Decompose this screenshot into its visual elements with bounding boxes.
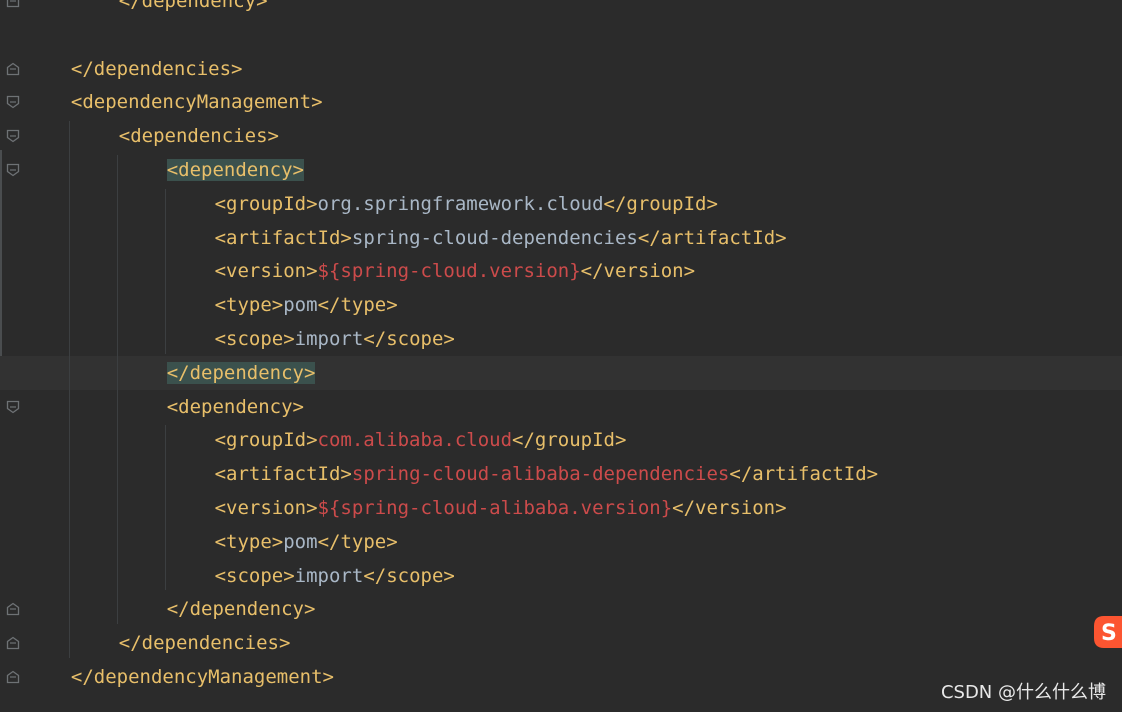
code-token: </version> [672, 497, 787, 519]
code-line[interactable]: <type>pom</type> [0, 288, 1122, 322]
indent-guide [116, 155, 118, 625]
code-line[interactable]: <version>${spring-cloud.version}</versio… [0, 254, 1122, 288]
code-token: </type> [317, 294, 398, 317]
code-token: pom [283, 530, 318, 553]
code-token: import [294, 564, 364, 587]
code-line[interactable]: <type>pom</type> [0, 525, 1122, 559]
code-token: import [294, 328, 364, 350]
code-token: </version> [580, 260, 696, 283]
code-token: <version> [214, 260, 318, 283]
code-editor[interactable]: </dependency> </dependencies> <dependencyM… [0, 0, 1122, 712]
indent-guide [164, 188, 166, 354]
code-line[interactable]: </dependency> [0, 592, 1122, 626]
matched-tag-highlight: <dependency> [166, 159, 304, 181]
code-line[interactable]: </dependency> [0, 355, 1122, 390]
code-line[interactable]: <artifactId>spring-cloud-dependencies</a… [0, 221, 1122, 255]
code-token: </dependencies> [118, 632, 291, 655]
code-line[interactable]: </dependencies> [0, 52, 1122, 86]
code-line[interactable]: <groupId>org.springframework.cloud</grou… [0, 187, 1122, 221]
code-token: spring-cloud-alibaba-dependencies [351, 463, 730, 486]
code-token: org.springframework.cloud [317, 192, 604, 215]
code-token: <dependency> [166, 395, 304, 418]
code-token: pom [283, 294, 318, 317]
code-token: ${spring-cloud-alibaba.version} [317, 497, 673, 519]
code-line[interactable]: </dependency> [0, 0, 1122, 18]
csdn-logo-icon: S [1092, 612, 1122, 650]
indent-guide [68, 121, 70, 658]
watermark-text: CSDN @什么什么博 [940, 682, 1106, 703]
code-token: ${spring-cloud.version} [317, 260, 581, 283]
code-line[interactable]: <dependency> [0, 153, 1122, 187]
code-line[interactable]: <version>${spring-cloud-alibaba.version}… [0, 491, 1122, 525]
matched-tag-highlight: </dependency> [166, 361, 316, 384]
code-token: <type> [214, 530, 284, 553]
code-token: </scope> [363, 328, 455, 350]
code-token: <artifactId> [214, 226, 352, 249]
code-token: <scope> [214, 328, 295, 350]
code-token: <scope> [214, 564, 295, 587]
code-token: </scope> [363, 564, 455, 587]
code-line[interactable]: </dependencies> [0, 626, 1122, 660]
code-token: <groupId> [214, 429, 318, 452]
code-line[interactable] [0, 18, 1122, 52]
code-line[interactable]: <dependencyManagement> [0, 85, 1122, 119]
code-token: </type> [317, 530, 398, 553]
code-token: </artifactId> [637, 226, 787, 249]
code-token: </dependencies> [70, 57, 243, 80]
code-line[interactable]: <dependency> [0, 390, 1122, 424]
code-token: <type> [214, 294, 284, 317]
svg-text:S: S [1101, 621, 1117, 646]
code-token: </dependency> [166, 598, 316, 621]
code-token: </dependency> [118, 0, 268, 12]
code-token: </groupId> [512, 429, 627, 452]
code-line[interactable]: <artifactId>spring-cloud-alibaba-depende… [0, 457, 1122, 491]
code-line[interactable]: <dependencies> [0, 119, 1122, 153]
code-line[interactable]: <scope>import</scope> [0, 322, 1122, 356]
code-line[interactable]: <scope>import</scope> [0, 559, 1122, 593]
code-token: </dependencyManagement> [70, 666, 334, 688]
indent-guide [164, 425, 166, 591]
code-token: <groupId> [214, 192, 318, 215]
code-token: <dependencyManagement> [70, 91, 323, 114]
code-token: spring-cloud-dependencies [351, 226, 638, 249]
code-token: </groupId> [603, 192, 718, 215]
code-token: <dependencies> [118, 125, 279, 148]
code-token: com.alibaba.cloud [317, 429, 513, 452]
code-token: <artifactId> [214, 463, 352, 486]
code-token: </artifactId> [729, 463, 879, 486]
code-token: <version> [214, 497, 318, 519]
code-line[interactable]: <groupId>com.alibaba.cloud</groupId> [0, 423, 1122, 457]
